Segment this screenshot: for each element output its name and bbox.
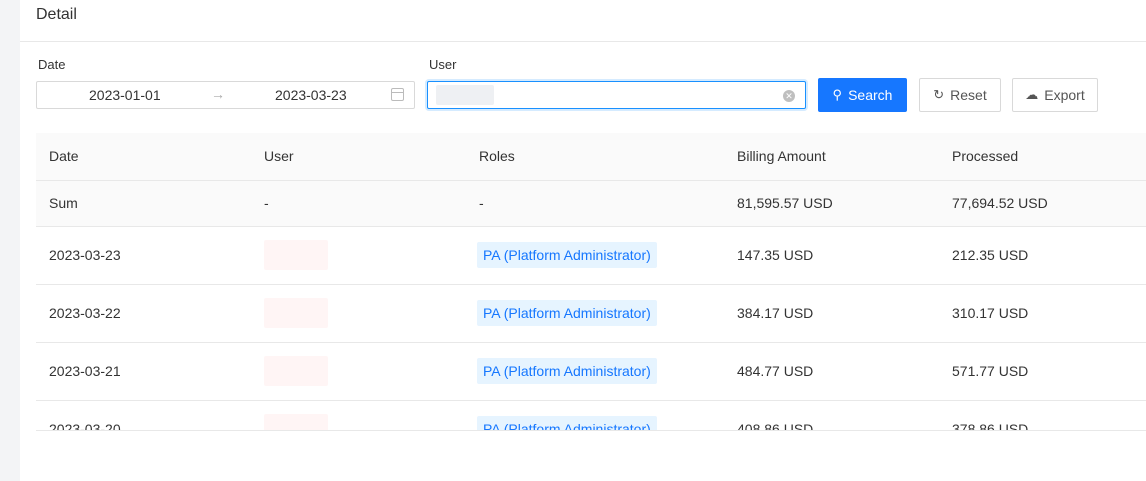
- date-end-input[interactable]: 2023-03-23: [275, 87, 347, 103]
- row-billing: 384.17 USD: [724, 284, 939, 343]
- redacted-user-text: [436, 85, 494, 105]
- reload-icon: ↻: [933, 87, 945, 102]
- table-header-row: Date User Roles Billing Amount Processed: [36, 133, 1146, 181]
- redacted-user: [264, 414, 328, 430]
- reset-button[interactable]: ↻ Reset: [919, 78, 1001, 112]
- col-header-user[interactable]: User: [251, 133, 466, 181]
- sum-row: Sum - - 81,595.57 USD 77,694.52 USD: [36, 180, 1146, 227]
- table-row[interactable]: 2023-03-21 PA (Platform Administrator) 4…: [36, 342, 1146, 401]
- redacted-user: [264, 298, 328, 328]
- card-title: Detail: [36, 6, 77, 23]
- row-processed: 212.35 USD: [939, 226, 1146, 285]
- redacted-user: [264, 240, 328, 270]
- role-tag: PA (Platform Administrator): [477, 358, 657, 384]
- sum-roles: -: [466, 180, 724, 227]
- row-date: 2023-03-22: [36, 284, 251, 343]
- clear-icon[interactable]: ✕: [783, 90, 795, 102]
- user-label: User: [429, 57, 457, 72]
- sum-user: -: [251, 180, 466, 227]
- row-date: 2023-03-20: [36, 400, 251, 430]
- role-tag: PA (Platform Administrator): [477, 300, 657, 326]
- row-date: 2023-03-21: [36, 342, 251, 401]
- date-range-picker[interactable]: 2023-01-01 → 2023-03-23: [36, 81, 415, 109]
- sum-label: Sum: [36, 180, 251, 227]
- col-header-processed[interactable]: Processed: [939, 133, 1146, 181]
- row-billing: 484.77 USD: [724, 342, 939, 401]
- redacted-user: [264, 356, 328, 386]
- role-tag: PA (Platform Administrator): [477, 416, 657, 430]
- sum-processed: 77,694.52 USD: [939, 180, 1146, 227]
- date-start-input[interactable]: 2023-01-01: [89, 87, 161, 103]
- arrow-right-icon: →: [211, 86, 225, 102]
- role-tag: PA (Platform Administrator): [477, 242, 657, 268]
- row-processed: 378.86 USD: [939, 400, 1146, 430]
- row-billing: 147.35 USD: [724, 226, 939, 285]
- col-header-date[interactable]: Date: [36, 133, 251, 181]
- table-row[interactable]: 2023-03-23 PA (Platform Administrator) 1…: [36, 226, 1146, 285]
- cloud-download-icon: ☁: [1025, 87, 1039, 102]
- date-label: Date: [38, 57, 66, 72]
- table-row[interactable]: 2023-03-22 PA (Platform Administrator) 3…: [36, 284, 1146, 343]
- reset-button-label: Reset: [950, 87, 987, 103]
- row-processed: 571.77 USD: [939, 342, 1146, 401]
- export-button-label: Export: [1044, 87, 1085, 103]
- search-icon: ⚲: [832, 87, 843, 102]
- col-header-roles[interactable]: Roles: [466, 133, 724, 181]
- table-row[interactable]: 2023-03-20 PA (Platform Administrator) 4…: [36, 400, 1146, 430]
- sum-billing: 81,595.57 USD: [724, 180, 939, 227]
- row-billing: 408.86 USD: [724, 400, 939, 430]
- user-search-field[interactable]: ✕: [427, 81, 806, 109]
- row-date: 2023-03-23: [36, 226, 251, 285]
- calendar-icon[interactable]: [391, 88, 404, 101]
- export-button[interactable]: ☁ Export: [1012, 78, 1098, 112]
- search-button-label: Search: [848, 87, 893, 103]
- left-gutter: [0, 0, 20, 481]
- card-header: Detail: [20, 0, 1146, 42]
- col-header-billing[interactable]: Billing Amount: [724, 133, 939, 181]
- row-processed: 310.17 USD: [939, 284, 1146, 343]
- search-button[interactable]: ⚲ Search: [818, 78, 907, 112]
- detail-table: Date User Roles Billing Amount Processed…: [36, 133, 1146, 431]
- detail-card: Detail Date User 2023-01-01 → 2023-03-23…: [20, 0, 1146, 481]
